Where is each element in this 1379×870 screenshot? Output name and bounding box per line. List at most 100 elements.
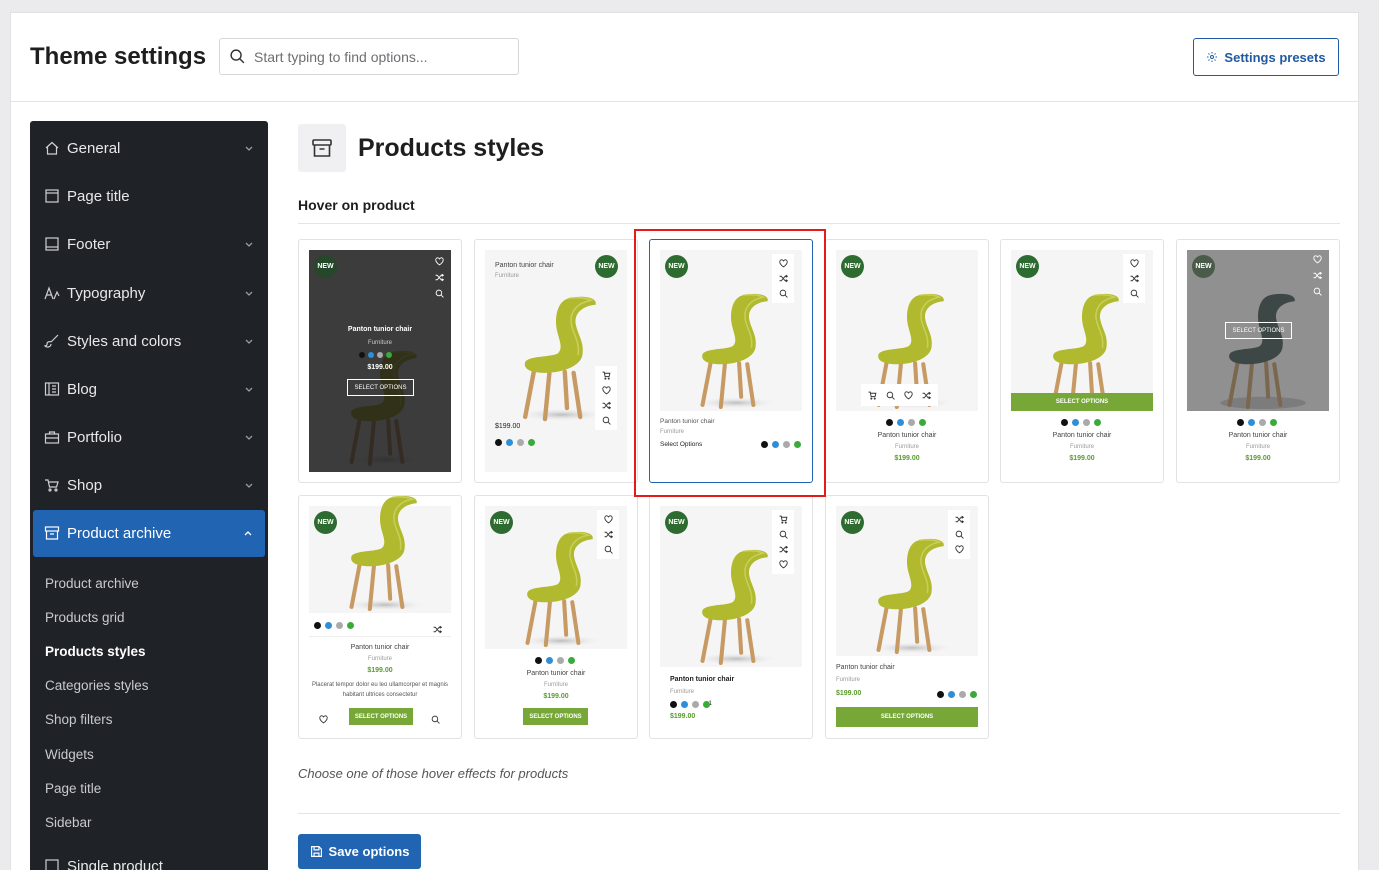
- quick-view-icon[interactable]: [435, 289, 444, 298]
- color-swatch[interactable]: [1083, 419, 1090, 426]
- heart-icon[interactable]: [603, 515, 613, 524]
- hover-style-option-1[interactable]: NEW Panton tunior chair Furniture $199.00 SE…: [298, 239, 462, 483]
- color-swatch[interactable]: [1094, 419, 1101, 426]
- quick-view-icon[interactable]: [1313, 287, 1322, 296]
- hover-style-option-8[interactable]: NEW Panton tunior chair Furniture $199.00 SE…: [474, 495, 638, 739]
- quick-view-icon[interactable]: [1130, 289, 1139, 298]
- color-swatch[interactable]: [535, 657, 542, 664]
- compare-icon[interactable]: [433, 625, 443, 634]
- compare-icon[interactable]: [779, 545, 788, 554]
- compare-icon[interactable]: [435, 273, 444, 282]
- compare-icon[interactable]: [1313, 271, 1322, 280]
- color-swatch[interactable]: [959, 691, 966, 698]
- save-options-button[interactable]: Save options: [298, 834, 421, 869]
- sidebar-item-general[interactable]: General: [30, 128, 268, 168]
- color-swatch[interactable]: [377, 352, 383, 358]
- color-swatch[interactable]: [1072, 419, 1079, 426]
- color-swatch[interactable]: [670, 701, 677, 708]
- sidebar-subitem-page-title[interactable]: Page title: [45, 781, 101, 796]
- settings-presets-button[interactable]: Settings presets: [1193, 38, 1339, 76]
- color-swatch[interactable]: [1248, 419, 1255, 426]
- search-input[interactable]: [254, 39, 509, 74]
- sidebar-item-page-title[interactable]: Page title: [30, 176, 268, 216]
- sidebar-item-shop[interactable]: Shop: [30, 465, 268, 505]
- color-swatch[interactable]: [325, 622, 332, 629]
- color-swatch[interactable]: [528, 439, 535, 446]
- color-swatch[interactable]: [347, 622, 354, 629]
- quick-view-icon[interactable]: [955, 530, 964, 539]
- sidebar-subitem-categories-styles[interactable]: Categories styles: [45, 678, 149, 693]
- hover-style-option-4[interactable]: NEW Panton tunior chair Furniture $199.00: [825, 239, 989, 483]
- cart-icon[interactable]: [602, 371, 611, 380]
- color-swatch[interactable]: [772, 441, 779, 448]
- select-options-button[interactable]: SELECT OPTIONS: [836, 707, 978, 727]
- color-swatch[interactable]: [970, 691, 977, 698]
- color-swatch[interactable]: [897, 419, 904, 426]
- sidebar-item-styles-and-colors[interactable]: Styles and colors: [30, 321, 268, 361]
- hover-style-option-9[interactable]: NEWPanton tunior chairFurniture+1$199.00: [649, 495, 813, 739]
- hover-style-option-3[interactable]: NEW Panton tunior chair Furniture Select Op…: [649, 239, 813, 483]
- color-swatch[interactable]: [886, 419, 893, 426]
- color-swatch[interactable]: [948, 691, 955, 698]
- heart-icon[interactable]: [434, 257, 444, 266]
- sidebar-subitem-products-grid[interactable]: Products grid: [45, 610, 125, 625]
- color-swatch[interactable]: [1061, 419, 1068, 426]
- color-swatch[interactable]: [517, 439, 524, 446]
- hover-style-option-6[interactable]: NEW SELECT OPTIONS Panton tunior chair Furn…: [1176, 239, 1340, 483]
- heart-icon[interactable]: [778, 560, 788, 569]
- select-options-button[interactable]: SELECT OPTIONS: [523, 708, 588, 725]
- search-box[interactable]: [219, 38, 519, 75]
- heart-icon[interactable]: [1312, 255, 1322, 264]
- sidebar-item-single-product[interactable]: Single product: [30, 846, 268, 870]
- quick-view-icon[interactable]: [604, 545, 613, 554]
- heart-icon[interactable]: [319, 715, 328, 724]
- compare-icon[interactable]: [779, 274, 788, 283]
- color-swatch[interactable]: [568, 657, 575, 664]
- color-swatch[interactable]: [546, 657, 553, 664]
- select-options-button[interactable]: SELECT OPTIONS: [1225, 322, 1292, 339]
- heart-icon[interactable]: [954, 545, 964, 554]
- color-swatch[interactable]: [506, 439, 513, 446]
- heart-icon[interactable]: [601, 386, 611, 395]
- cart-icon[interactable]: [779, 515, 788, 524]
- color-swatch[interactable]: [703, 701, 710, 708]
- sidebar-subitem-sidebar[interactable]: Sidebar: [45, 815, 92, 830]
- color-swatch[interactable]: [794, 441, 801, 448]
- quick-view-icon[interactable]: [431, 715, 440, 724]
- compare-icon[interactable]: [1130, 274, 1139, 283]
- hover-style-option-10[interactable]: NEW Panton tunior chair Furniture $199.00 SE…: [825, 495, 989, 739]
- quick-view-icon[interactable]: [886, 391, 895, 400]
- sidebar-item-portfolio[interactable]: Portfolio: [30, 417, 268, 457]
- quick-view-button[interactable]: [431, 711, 440, 729]
- hover-style-option-5[interactable]: NEW SELECT OPTIONS Panton tunior chair Furn…: [1000, 239, 1164, 483]
- color-swatch[interactable]: [1237, 419, 1244, 426]
- color-swatch[interactable]: [783, 441, 790, 448]
- color-swatch[interactable]: [919, 419, 926, 426]
- color-swatch[interactable]: [314, 622, 321, 629]
- quick-view-icon[interactable]: [602, 416, 611, 425]
- sidebar-subitem-shop-filters[interactable]: Shop filters: [45, 712, 113, 727]
- heart-icon[interactable]: [904, 390, 913, 400]
- color-swatch[interactable]: [368, 352, 374, 358]
- hover-style-option-2[interactable]: Panton tunior chair Furniture NEW $199.00: [474, 239, 638, 483]
- color-swatch[interactable]: [937, 691, 944, 698]
- cart-icon[interactable]: [868, 391, 877, 400]
- color-swatch[interactable]: [681, 701, 688, 708]
- wishlist-button[interactable]: [319, 711, 328, 729]
- sidebar-subitem-product-archive[interactable]: Product archive: [45, 576, 139, 591]
- sidebar-item-blog[interactable]: Blog: [30, 369, 268, 409]
- select-options-button[interactable]: SELECT OPTIONS: [349, 708, 413, 725]
- color-swatch[interactable]: [386, 352, 392, 358]
- color-swatch[interactable]: [761, 441, 768, 448]
- select-options-button[interactable]: SELECT OPTIONS: [1011, 393, 1153, 411]
- color-swatch[interactable]: [1259, 419, 1266, 426]
- heart-icon[interactable]: [1129, 259, 1139, 268]
- color-swatch[interactable]: [908, 419, 915, 426]
- compare-icon[interactable]: [922, 391, 931, 400]
- sidebar-item-typography[interactable]: Typography: [30, 273, 268, 313]
- color-swatch[interactable]: [557, 657, 564, 664]
- color-swatch[interactable]: [495, 439, 502, 446]
- color-swatch[interactable]: [336, 622, 343, 629]
- select-options-button[interactable]: SELECT OPTIONS: [347, 379, 414, 396]
- sidebar-item-footer[interactable]: Footer: [30, 224, 268, 264]
